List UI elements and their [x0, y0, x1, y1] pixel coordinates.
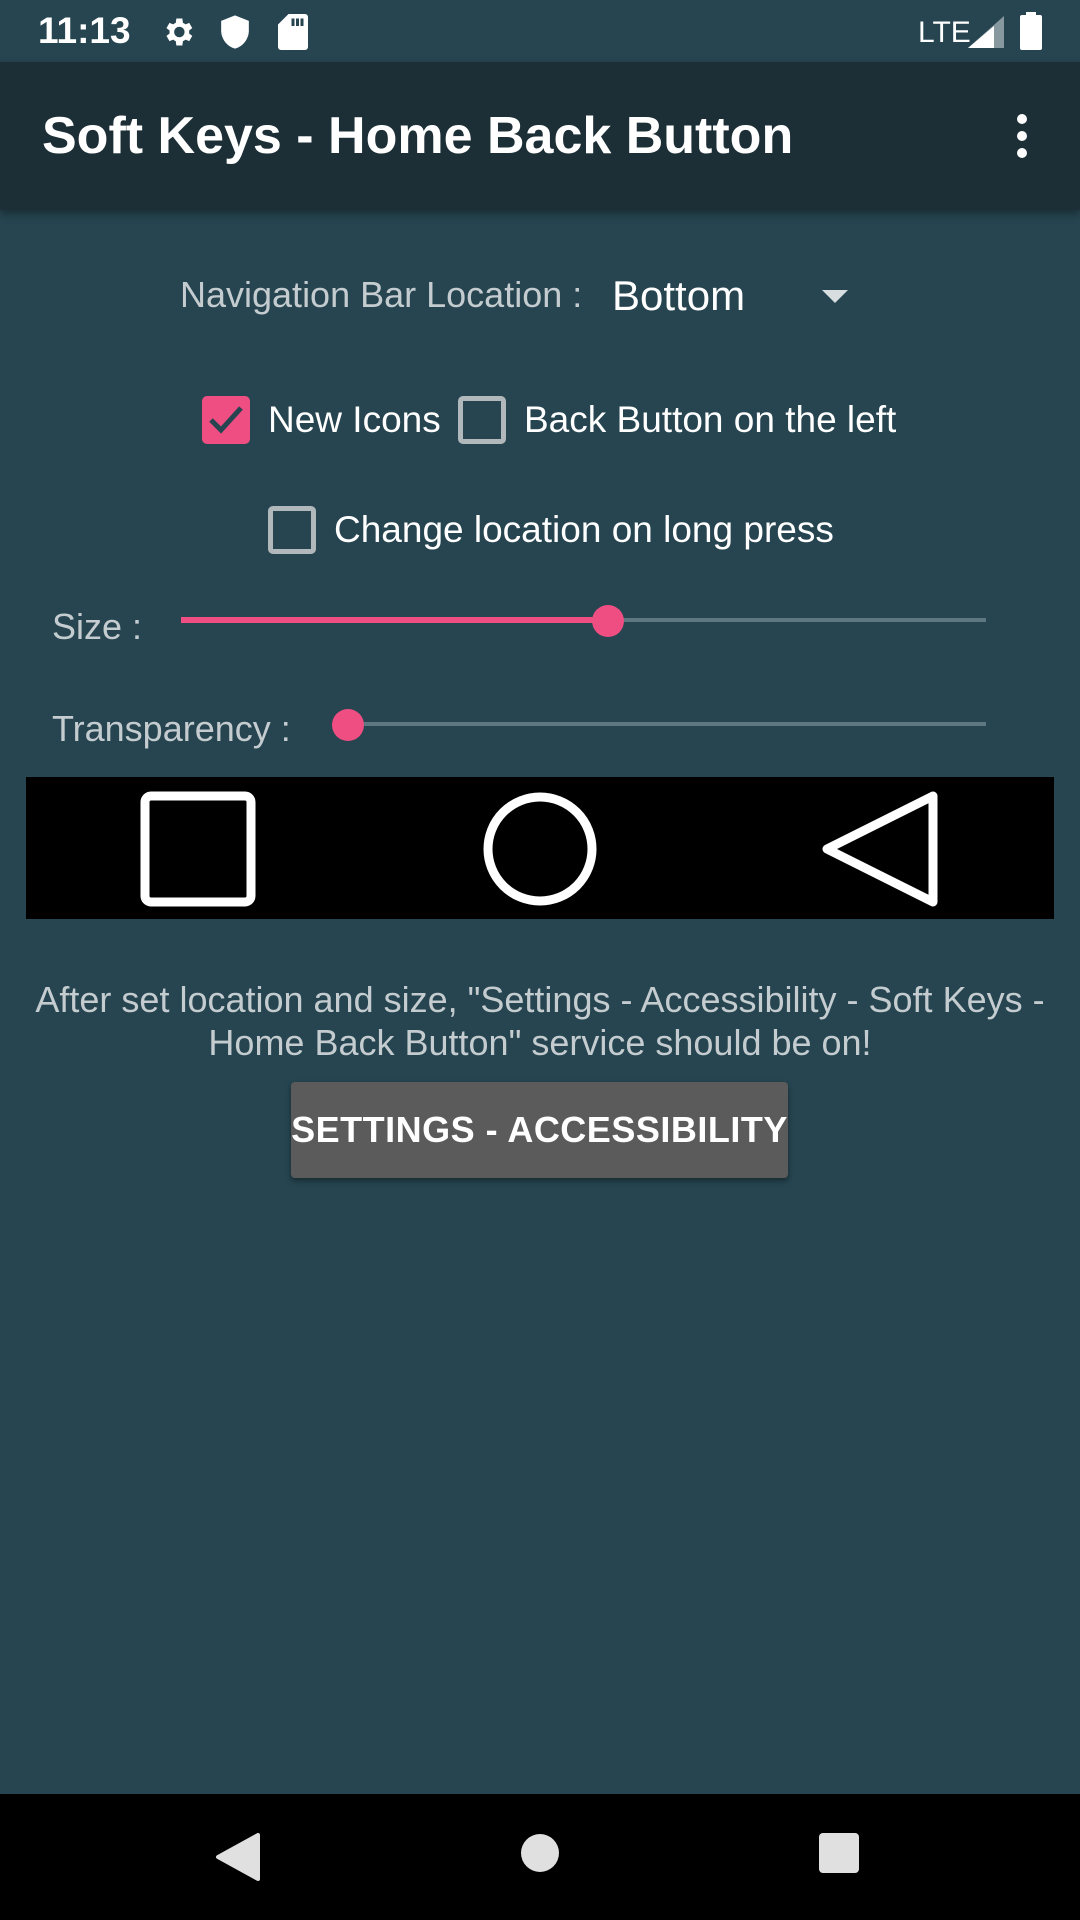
shield-icon	[221, 15, 249, 49]
back-button-left-checkbox[interactable]	[458, 396, 506, 444]
new-icons-checkbox[interactable]	[202, 396, 250, 444]
app-bar: Soft Keys - Home Back Button	[0, 62, 1080, 210]
circle-home-icon	[483, 792, 597, 906]
size-label: Size :	[52, 606, 143, 647]
back-icon[interactable]	[214, 1832, 262, 1882]
dropdown-arrow-icon	[822, 290, 848, 303]
transparency-slider-thumb[interactable]	[332, 709, 364, 741]
signal-icon	[968, 16, 1004, 48]
app-title: Soft Keys - Home Back Button	[42, 107, 794, 165]
settings-accessibility-button[interactable]: SETTINGS - ACCESSIBILITY	[291, 1082, 788, 1178]
square-recents-icon	[140, 791, 256, 907]
status-bar: 11:13 LTE	[0, 0, 1080, 62]
status-time: 11:13	[38, 10, 131, 51]
sd-card-icon	[278, 14, 308, 50]
checkmark-icon	[209, 406, 243, 434]
more-vert-icon[interactable]	[998, 112, 1046, 160]
long-press-checkbox[interactable]	[268, 506, 316, 554]
triangle-back-icon	[822, 791, 938, 907]
navigation-location-value: Bottom	[612, 272, 746, 319]
navigation-location-dropdown[interactable]: Bottom	[600, 262, 860, 326]
size-slider[interactable]	[181, 600, 986, 640]
new-icons-label[interactable]: New Icons	[268, 399, 441, 441]
long-press-label[interactable]: Change location on long press	[334, 509, 834, 551]
navigation-bar-preview	[26, 777, 1054, 919]
transparency-label: Transparency :	[52, 708, 291, 749]
gear-icon	[166, 18, 193, 46]
accessibility-info-text: After set location and size, "Settings -…	[35, 979, 1045, 1063]
transparency-slider[interactable]	[332, 704, 986, 744]
back-button-left-label[interactable]: Back Button on the left	[524, 399, 896, 441]
network-type: LTE	[918, 16, 971, 49]
navigation-location-label: Navigation Bar Location :	[180, 274, 583, 315]
system-navigation-bar	[0, 1794, 1080, 1920]
size-slider-thumb[interactable]	[591, 605, 624, 637]
battery-icon	[1020, 12, 1042, 50]
home-icon[interactable]	[519, 1832, 561, 1874]
recents-icon[interactable]	[818, 1832, 860, 1874]
